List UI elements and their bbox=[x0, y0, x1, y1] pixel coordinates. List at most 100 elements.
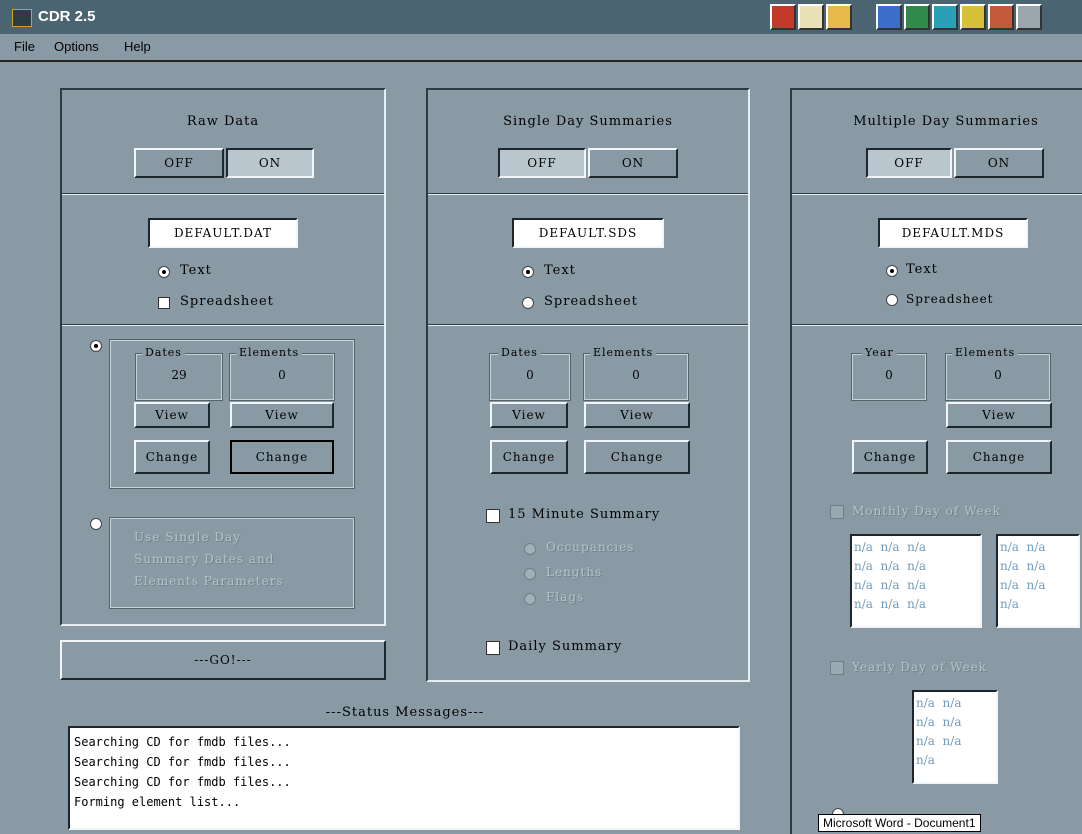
monthly-dow-label: Monthly Day of Week bbox=[852, 504, 1001, 518]
go-button[interactable]: ---GO!--- bbox=[60, 640, 386, 680]
list-item: n/a n/a n/a bbox=[854, 597, 927, 611]
single-dates-change-button[interactable]: Change bbox=[490, 440, 568, 474]
list-item: n/a n/a n/a bbox=[854, 578, 927, 592]
occupancies-radio[interactable] bbox=[524, 543, 536, 555]
raw-dates-value: 29 bbox=[171, 368, 187, 382]
raw-elements-label: Elements bbox=[236, 346, 303, 359]
settings-icon[interactable] bbox=[1016, 4, 1042, 30]
status-line: Searching CD for fmdb files... bbox=[74, 755, 291, 769]
multi-elements-value: 0 bbox=[994, 368, 1002, 382]
monthly-dow-checkbox[interactable] bbox=[830, 505, 844, 519]
menu-help[interactable]: Help bbox=[124, 39, 151, 54]
raw-text-label: Text bbox=[180, 263, 212, 278]
multi-filename-field[interactable]: DEFAULT.MDS bbox=[878, 218, 1028, 248]
yearly-dow-label: Yearly Day of Week bbox=[852, 660, 987, 674]
multiple-day-title: Multiple Day Summaries bbox=[853, 114, 1039, 129]
list-item: n/a n/a bbox=[916, 734, 962, 748]
minute-summary-checkbox[interactable] bbox=[486, 509, 500, 523]
list-item: n/a bbox=[916, 753, 935, 767]
raw-single-day-option-radio[interactable] bbox=[90, 518, 102, 530]
lengths-label: Lengths bbox=[546, 565, 603, 579]
single-dates-label: Dates bbox=[498, 346, 541, 359]
multi-elements-label: Elements bbox=[952, 346, 1019, 359]
multi-elements-view-button[interactable]: View bbox=[946, 402, 1052, 428]
single-text-radio[interactable] bbox=[522, 266, 534, 278]
flags-radio[interactable] bbox=[524, 593, 536, 605]
lengths-radio[interactable] bbox=[524, 568, 536, 580]
raw-dates-label: Dates bbox=[142, 346, 185, 359]
excel-icon[interactable] bbox=[904, 4, 930, 30]
multi-text-radio[interactable] bbox=[886, 265, 898, 277]
raw-alt-text-1: Use Single Day bbox=[134, 530, 241, 544]
divider bbox=[428, 324, 748, 326]
word-icon[interactable] bbox=[876, 4, 902, 30]
list-item: n/a n/a bbox=[916, 715, 962, 729]
single-text-label: Text bbox=[544, 263, 576, 278]
taskbar-tooltip: Microsoft Word - Document1 bbox=[818, 814, 981, 832]
globe-icon[interactable] bbox=[988, 4, 1014, 30]
multi-year-change-button[interactable]: Change bbox=[852, 440, 928, 474]
single-elements-view-button[interactable]: View bbox=[584, 402, 690, 428]
single-off-button[interactable]: OFF bbox=[498, 148, 586, 178]
pin-icon[interactable] bbox=[770, 4, 796, 30]
divider bbox=[792, 324, 1082, 326]
single-on-button[interactable]: ON bbox=[588, 148, 678, 178]
status-line: Forming element list... bbox=[74, 795, 241, 809]
raw-elements-value: 0 bbox=[278, 368, 286, 382]
multi-text-label: Text bbox=[906, 262, 938, 277]
single-dates-view-button[interactable]: View bbox=[490, 402, 568, 428]
raw-off-button[interactable]: OFF bbox=[134, 148, 224, 178]
daily-summary-checkbox[interactable] bbox=[486, 641, 500, 655]
raw-dates-change-button[interactable]: Change bbox=[134, 440, 210, 474]
multi-year-value: 0 bbox=[885, 368, 893, 382]
single-dates-value: 0 bbox=[526, 368, 534, 382]
raw-spreadsheet-label: Spreadsheet bbox=[180, 294, 274, 309]
single-filename-field[interactable]: DEFAULT.SDS bbox=[512, 218, 664, 248]
yearly-dow-list[interactable]: n/a n/a n/a n/a n/a n/a n/a bbox=[912, 690, 998, 784]
raw-spreadsheet-radio[interactable] bbox=[158, 297, 170, 309]
key-icon[interactable] bbox=[960, 4, 986, 30]
powerpoint-icon[interactable] bbox=[932, 4, 958, 30]
app-icon bbox=[12, 9, 32, 27]
raw-data-title: Raw Data bbox=[186, 114, 260, 129]
raw-dates-option-radio[interactable] bbox=[90, 340, 102, 352]
monthly-dow-list-right[interactable]: n/a n/a n/a n/a n/a n/a n/a bbox=[996, 534, 1080, 628]
yearly-dow-checkbox[interactable] bbox=[830, 661, 844, 675]
raw-text-radio[interactable] bbox=[158, 266, 170, 278]
multi-spreadsheet-radio[interactable] bbox=[886, 294, 898, 306]
single-spreadsheet-label: Spreadsheet bbox=[544, 294, 638, 309]
status-messages-box[interactable]: Searching CD for fmdb files... Searching… bbox=[68, 726, 740, 830]
single-spreadsheet-radio[interactable] bbox=[522, 297, 534, 309]
list-item: n/a n/a bbox=[1000, 559, 1046, 573]
status-line: Searching CD for fmdb files... bbox=[74, 775, 291, 789]
multi-off-button[interactable]: OFF bbox=[866, 148, 952, 178]
list-item: n/a n/a bbox=[1000, 578, 1046, 592]
raw-alt-text-2: Summary Dates and bbox=[134, 552, 275, 566]
multi-elements-change-button[interactable]: Change bbox=[946, 440, 1052, 474]
single-elements-value: 0 bbox=[632, 368, 640, 382]
occupancies-label: Occupancies bbox=[546, 540, 635, 554]
menu-bar bbox=[0, 34, 1082, 62]
raw-dates-view-button[interactable]: View bbox=[134, 402, 210, 428]
minute-summary-label: 15 Minute Summary bbox=[508, 507, 661, 522]
list-item: n/a bbox=[1000, 597, 1019, 611]
raw-alt-text-3: Elements Parameters bbox=[134, 574, 284, 588]
single-elements-change-button[interactable]: Change bbox=[584, 440, 690, 474]
menu-file[interactable]: File bbox=[14, 39, 35, 54]
divider bbox=[428, 193, 748, 195]
raw-elements-view-button[interactable]: View bbox=[230, 402, 334, 428]
raw-elements-change-button[interactable]: Change bbox=[230, 440, 334, 474]
raw-on-button[interactable]: ON bbox=[226, 148, 314, 178]
document-icon[interactable] bbox=[798, 4, 824, 30]
folder-icon[interactable] bbox=[826, 4, 852, 30]
menu-options[interactable]: Options bbox=[54, 39, 99, 54]
list-item: n/a n/a n/a bbox=[854, 559, 927, 573]
monthly-dow-list-left[interactable]: n/a n/a n/a n/a n/a n/a n/a n/a n/a n/a … bbox=[850, 534, 982, 628]
list-item: n/a n/a n/a bbox=[854, 540, 927, 554]
multi-year-label: Year bbox=[862, 346, 897, 359]
raw-filename-field[interactable]: DEFAULT.DAT bbox=[148, 218, 298, 248]
multi-on-button[interactable]: ON bbox=[954, 148, 1044, 178]
single-day-title: Single Day Summaries bbox=[503, 114, 673, 129]
status-title: ---Status Messages--- bbox=[325, 705, 485, 720]
divider bbox=[62, 193, 384, 195]
